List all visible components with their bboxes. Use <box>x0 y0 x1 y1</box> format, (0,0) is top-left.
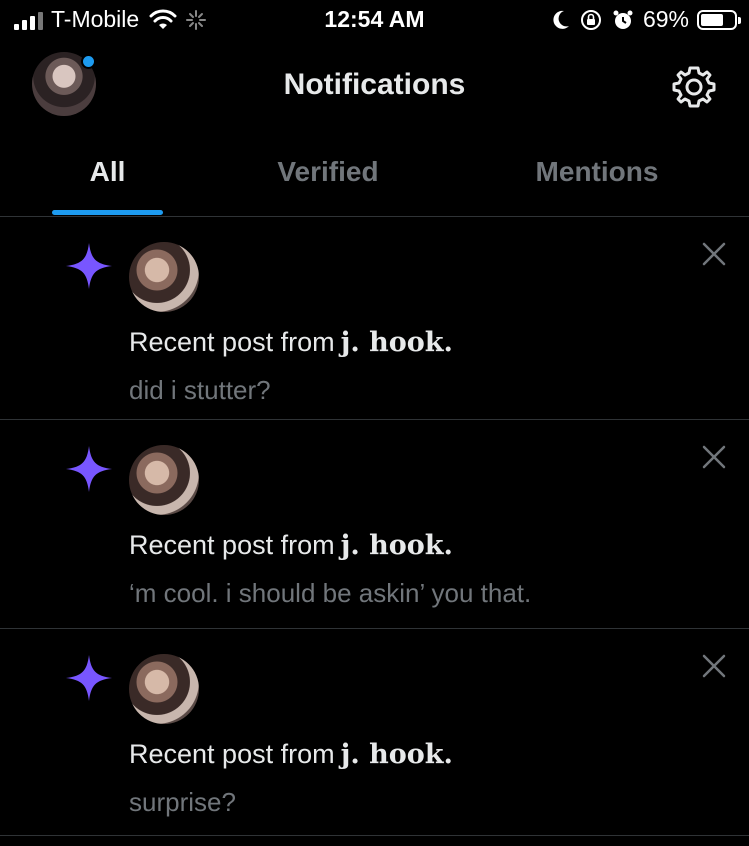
battery-percent: 69% <box>642 6 689 32</box>
avatar[interactable] <box>129 654 199 724</box>
tab-all[interactable]: All <box>52 156 163 188</box>
author-name[interactable]: j. hook. <box>341 530 453 561</box>
avatar[interactable] <box>129 242 199 312</box>
battery-icon <box>697 9 741 30</box>
sparkle-icon <box>66 446 112 492</box>
alarm-icon <box>613 10 633 29</box>
notification-item[interactable]: Recent post from j. hook. ‘m cool. i shou… <box>0 420 749 629</box>
rotation-lock-icon <box>580 9 601 30</box>
sparkle-icon <box>66 243 112 289</box>
gear-icon[interactable] <box>671 64 717 110</box>
author-name[interactable]: j. hook. <box>341 327 453 358</box>
tab-verified[interactable]: Verified <box>248 156 408 188</box>
author-name[interactable]: j. hook. <box>341 739 453 770</box>
page-title: Notifications <box>283 68 466 101</box>
sparkle-icon <box>66 655 112 701</box>
notification-item[interactable]: Recent post from j. hook. surprise? <box>0 629 749 836</box>
notification-body: did i stutter? <box>129 375 271 405</box>
header: Notifications <box>0 40 749 130</box>
notification-body: surprise? <box>129 787 236 817</box>
tab-bar: All Verified Mentions <box>0 130 749 217</box>
notification-title: Recent post from j. hook. <box>129 327 453 358</box>
notification-prefix: Recent post from <box>129 327 335 357</box>
notification-body: ‘m cool. i should be askin’ you that. <box>129 578 532 608</box>
active-tab-indicator <box>52 210 163 215</box>
notification-prefix: Recent post from <box>129 530 335 560</box>
close-icon[interactable] <box>701 241 727 267</box>
status-bar: T-Mobile 12:54 AM 69% <box>0 0 749 40</box>
unread-dot <box>81 54 96 69</box>
moon-icon <box>553 10 569 29</box>
notification-prefix: Recent post from <box>129 739 335 769</box>
close-icon[interactable] <box>701 653 727 679</box>
tab-mentions[interactable]: Mentions <box>512 156 682 188</box>
notification-title: Recent post from j. hook. <box>129 739 453 770</box>
status-right: 69% <box>551 6 741 33</box>
avatar[interactable] <box>129 445 199 515</box>
notification-item[interactable]: Recent post from j. hook. did i stutter? <box>0 217 749 420</box>
notification-title: Recent post from j. hook. <box>129 530 453 561</box>
close-icon[interactable] <box>701 444 727 470</box>
